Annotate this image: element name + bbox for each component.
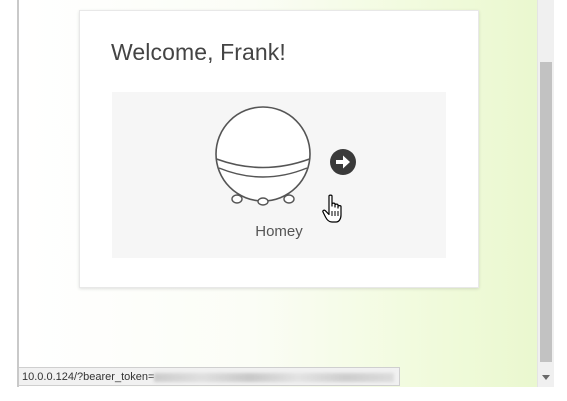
status-url-text: 10.0.0.124/?bearer_token= <box>22 371 155 383</box>
vertical-scrollbar[interactable] <box>537 0 554 387</box>
window-frame-bottom <box>17 387 567 401</box>
chevron-down-icon <box>542 374 550 380</box>
hand-pointer-cursor-icon <box>322 194 342 223</box>
page-viewport: Welcome, Frank! Homey <box>19 0 537 387</box>
homey-device-icon <box>215 106 311 206</box>
arrow-right-circle-icon[interactable] <box>329 148 357 176</box>
scroll-down-button[interactable] <box>538 368 554 386</box>
page-title: Welcome, Frank! <box>111 39 286 65</box>
browser-window: Welcome, Frank! Homey 10.0.0.124/?bearer… <box>0 0 567 401</box>
redacted-token <box>154 373 395 382</box>
welcome-card: Welcome, Frank! Homey <box>79 10 479 288</box>
device-tile[interactable]: Homey <box>112 92 446 258</box>
device-name-label: Homey <box>255 223 303 240</box>
scrollbar-thumb[interactable] <box>540 62 552 362</box>
status-bar-url: 10.0.0.124/?bearer_token= <box>19 367 401 386</box>
